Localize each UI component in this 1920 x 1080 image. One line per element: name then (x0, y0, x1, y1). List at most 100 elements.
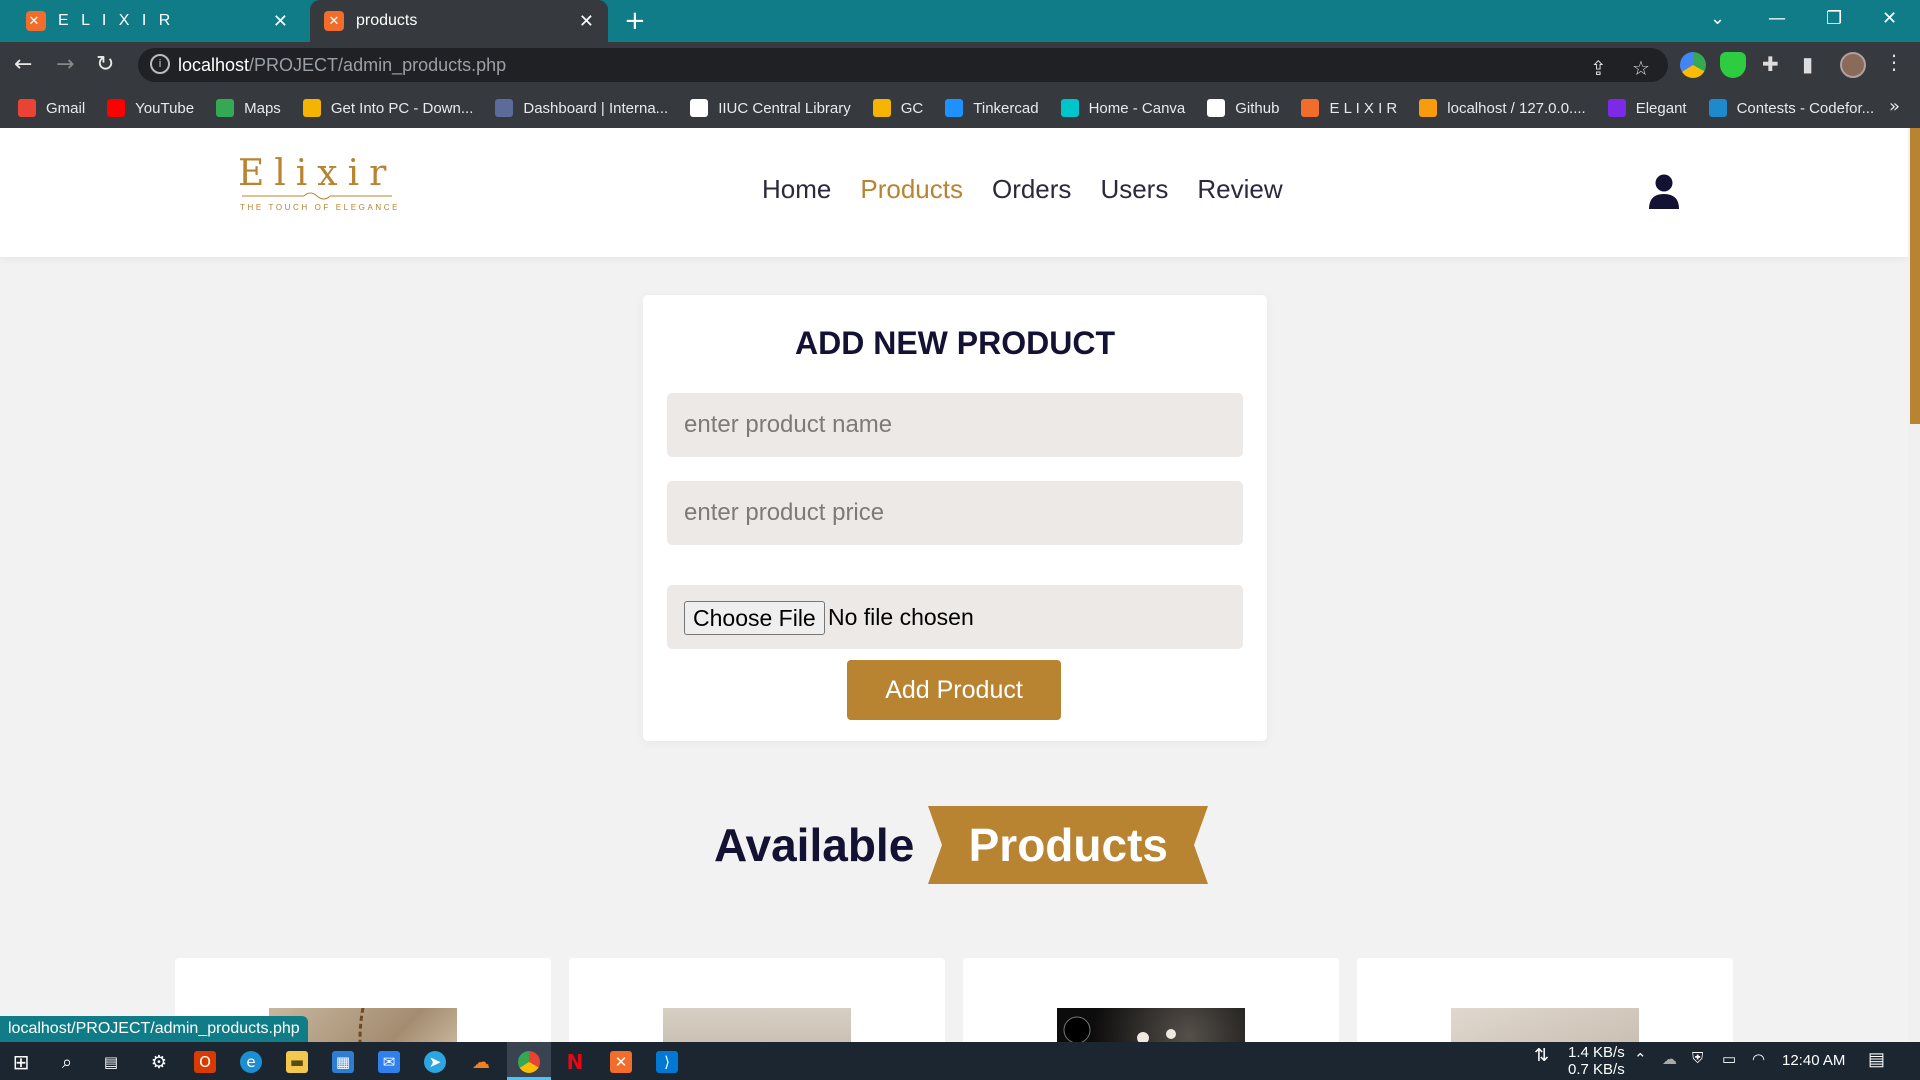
toolbar: ← → ↻ i localhost/PROJECT/admin_products… (0, 42, 1920, 88)
product-name-input[interactable] (667, 393, 1243, 457)
site-logo[interactable]: Elixir THE TOUCH OF ELEGANCE (238, 153, 404, 217)
bookmark-label: Github (1235, 99, 1280, 117)
nav-users[interactable]: Users (1100, 174, 1168, 205)
bookmark-item[interactable]: Github (1207, 99, 1279, 117)
netflix-icon[interactable]: N (564, 1050, 586, 1074)
chrome-icon[interactable] (518, 1051, 540, 1073)
bookmark-label: Get Into PC - Down... (330, 99, 474, 117)
product-card (963, 958, 1339, 1042)
profile-avatar[interactable] (1840, 52, 1866, 78)
clock[interactable]: 12:40 AM (1782, 1052, 1845, 1069)
onedrive-cloud-icon[interactable]: ☁ (1662, 1050, 1677, 1068)
download-speed: 1.4 KB/s (1568, 1044, 1625, 1061)
section-title-highlight: Products (968, 819, 1168, 871)
windows-taskbar: ⊞ ⌕ ▤ ⚙ O e ▬ ▦ ✉ ➤ ☁ N ✕ ⟩ ⇅ 1.4 KB/s 0… (0, 1042, 1920, 1080)
nav-products[interactable]: Products (860, 174, 963, 205)
search-icon[interactable]: ⌕ (56, 1051, 78, 1073)
settings-gear-icon[interactable]: ⚙ (148, 1051, 170, 1073)
telegram-icon[interactable]: ➤ (424, 1051, 446, 1073)
battery-icon[interactable]: ▭ (1722, 1050, 1736, 1068)
side-panel-icon[interactable]: ▮ (1802, 52, 1813, 76)
share-icon[interactable]: ⇪ (1590, 56, 1607, 80)
user-icon[interactable] (1648, 174, 1680, 210)
tab-products[interactable]: ✕ products ✕ (310, 0, 608, 42)
extensions-puzzle-icon[interactable]: ✚ (1762, 52, 1779, 76)
bookmark-label: GC (900, 99, 924, 117)
product-price-input[interactable] (667, 481, 1243, 545)
reload-icon[interactable]: ↻ (96, 52, 114, 77)
office-icon[interactable]: O (194, 1051, 216, 1073)
gmail-icon (18, 99, 36, 117)
bookmark-item[interactable]: Dashboard | Interna... (495, 99, 668, 117)
defender-shield-icon[interactable]: ⛨ (1692, 1050, 1703, 1067)
xampp-icon[interactable]: ✕ (610, 1051, 632, 1073)
bookmark-item[interactable]: Elegant (1607, 99, 1687, 117)
canva-icon (1060, 99, 1079, 117)
bookmark-label: Elegant (1635, 99, 1687, 117)
upload-speed: 0.7 KB/s (1568, 1061, 1625, 1078)
bookmark-star-icon[interactable]: ☆ (1632, 56, 1650, 80)
add-product-button[interactable]: Add Product (847, 660, 1061, 720)
file-explorer-icon[interactable]: ▬ (286, 1051, 308, 1073)
scrollbar-thumb[interactable] (1910, 128, 1920, 424)
store-icon[interactable]: ▦ (332, 1051, 354, 1073)
choose-file-button[interactable]: Choose File (684, 601, 825, 635)
tab-elixir[interactable]: ✕ E L I X I R ✕ (14, 0, 306, 42)
new-tab-icon[interactable]: + (624, 6, 646, 36)
extension-color-icon[interactable] (1680, 52, 1706, 78)
restore-icon[interactable]: ❐ (1826, 8, 1842, 29)
tab-search-chevron-icon[interactable]: ⌄ (1710, 8, 1725, 29)
wifi-icon[interactable]: ◠ (1752, 1050, 1765, 1068)
bookmark-item[interactable]: GC (872, 99, 924, 117)
close-tab-icon[interactable]: ✕ (579, 11, 594, 32)
xampp-icon: ✕ (26, 11, 46, 31)
mail-icon[interactable]: ✉ (378, 1051, 400, 1073)
tray-chevron-icon[interactable]: ⌃ (1634, 1050, 1647, 1068)
bookmark-item[interactable]: Contests - Codefor... (1708, 99, 1874, 117)
address-bar[interactable]: i localhost/PROJECT/admin_products.php ⇪… (138, 48, 1668, 82)
bookmarks-overflow-icon[interactable]: » (1889, 96, 1900, 117)
bookmark-item[interactable]: Gmail (18, 99, 85, 117)
bookmark-item[interactable]: Get Into PC - Down... (302, 99, 474, 117)
nav-review[interactable]: Review (1197, 174, 1282, 205)
back-icon[interactable]: ← (14, 52, 32, 77)
bookmark-item[interactable]: Home - Canva (1060, 99, 1186, 117)
bookmark-label: Home - Canva (1088, 99, 1186, 117)
section-title: Available Products (714, 806, 1209, 884)
phpmyadmin-icon (1419, 99, 1438, 117)
github-icon (1207, 99, 1226, 117)
notifications-icon[interactable]: ▤ (1868, 1049, 1885, 1070)
windows-start-icon[interactable]: ⊞ (10, 1050, 32, 1074)
bookmark-item[interactable]: Tinkercad (945, 99, 1039, 117)
classroom-icon (872, 99, 891, 117)
site-info-icon[interactable]: i (150, 54, 170, 74)
main-nav: Home Products Orders Users Review (762, 174, 1283, 205)
product-card (569, 958, 945, 1042)
cloudflare-icon[interactable]: ☁ (470, 1051, 492, 1073)
maps-icon (216, 99, 235, 117)
product-image (1451, 1008, 1639, 1042)
bookmark-item[interactable]: Maps (216, 99, 281, 117)
close-window-icon[interactable]: ✕ (1882, 8, 1897, 29)
nav-orders[interactable]: Orders (992, 174, 1071, 205)
canva-icon (1607, 99, 1626, 117)
product-image-upload: Choose File No file chosen (667, 585, 1243, 649)
minimize-icon[interactable]: — (1768, 8, 1786, 29)
bookmark-label: Maps (244, 99, 281, 117)
bookmark-item[interactable]: localhost / 127.0.0.... (1419, 99, 1586, 117)
edge-icon[interactable]: e (240, 1051, 262, 1073)
menu-kebab-icon[interactable]: ⋮ (1884, 50, 1904, 74)
shield-extension-icon[interactable] (1720, 52, 1746, 78)
page-scrollbar[interactable] (1908, 128, 1920, 1042)
close-tab-icon[interactable]: ✕ (273, 11, 292, 32)
network-speed: 1.4 KB/s 0.7 KB/s (1568, 1044, 1625, 1078)
task-view-icon[interactable]: ▤ (100, 1051, 122, 1073)
bookmark-item[interactable]: IIUC Central Library (690, 99, 851, 117)
section-title-plain: Available (714, 819, 915, 871)
bookmark-item[interactable]: YouTube (107, 99, 194, 117)
vscode-icon[interactable]: ⟩ (656, 1051, 678, 1073)
bookmark-item[interactable]: E L I X I R (1301, 99, 1397, 117)
nav-home[interactable]: Home (762, 174, 831, 205)
forward-icon[interactable]: → (56, 52, 74, 77)
bookmark-label: E L I X I R (1329, 99, 1398, 117)
